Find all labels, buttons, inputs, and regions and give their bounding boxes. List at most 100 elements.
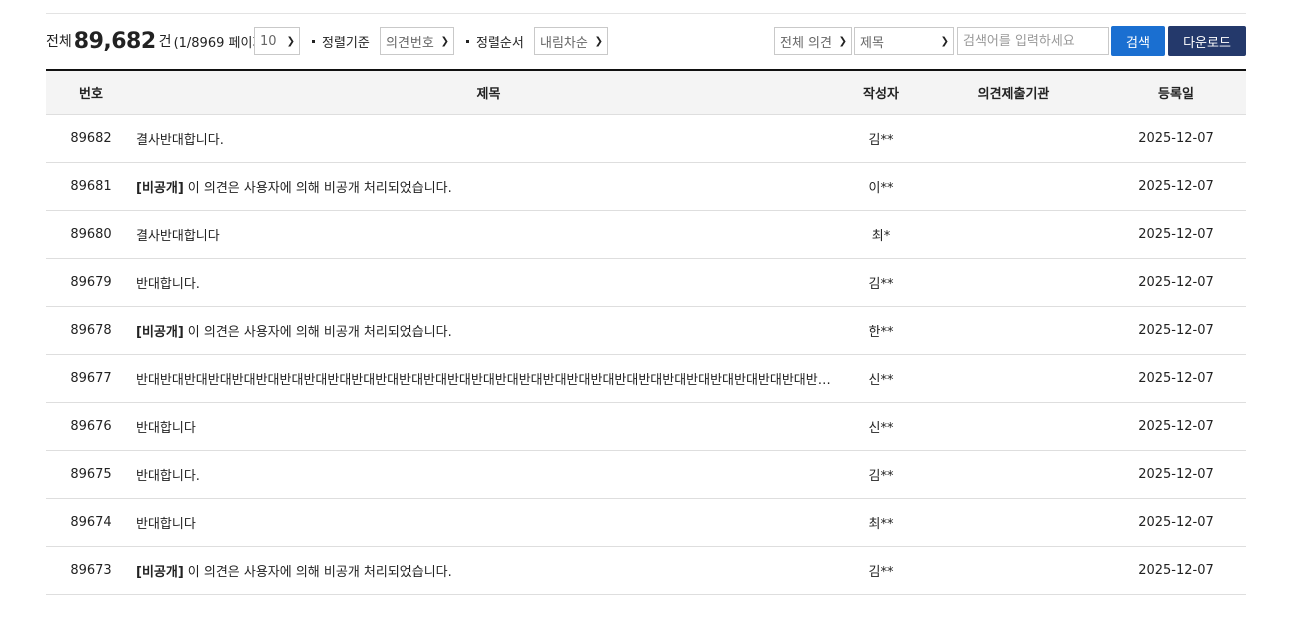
row-title-link[interactable]: 반대반대반대반대반대반대반대반대반대반대반대반대반대반대반대반대반대반대반대반대…: [136, 369, 841, 388]
row-title-cell[interactable]: 반대합니다: [136, 498, 841, 547]
table-row[interactable]: 89681 [비공개] 이 의견은 사용자에 의해 비공개 처리되었습니다. 이** 2…: [46, 162, 1246, 211]
row-number: 89677: [46, 354, 136, 403]
total-count: 89,682: [73, 28, 156, 54]
row-title-link[interactable]: 반대합니다.: [136, 465, 841, 484]
row-title-cell[interactable]: [비공개] 이 의견은 사용자에 의해 비공개 처리되었습니다.: [136, 306, 841, 355]
row-title-cell[interactable]: 반대반대반대반대반대반대반대반대반대반대반대반대반대반대반대반대반대반대반대반대…: [136, 354, 841, 403]
row-title-link[interactable]: 반대합니다: [136, 513, 841, 532]
opinion-filter-value: 전체 의견: [780, 35, 832, 51]
row-title-text: 결사반대합니다.: [136, 133, 224, 148]
chevron-down-icon: ❯: [838, 35, 847, 47]
sort-by-value: 의견번호: [386, 35, 434, 51]
top-divider: [46, 13, 1246, 14]
table-row[interactable]: 89673 [비공개] 이 의견은 사용자에 의해 비공개 처리되었습니다. 김** 2…: [46, 546, 1246, 595]
row-author: 한**: [841, 306, 921, 355]
row-title-cell[interactable]: 결사반대합니다.: [136, 114, 841, 163]
row-date: 2025-12-07: [1106, 546, 1246, 595]
sort-order-select[interactable]: 내림차순 ❯: [534, 27, 608, 55]
header-organization: 의견제출기관: [921, 70, 1106, 115]
sort-order-label: 정렬순서: [466, 26, 524, 56]
private-tag: [비공개]: [136, 565, 184, 580]
count-unit: 건: [158, 34, 172, 50]
row-title-link[interactable]: [비공개] 이 의견은 사용자에 의해 비공개 처리되었습니다.: [136, 177, 841, 196]
row-title-link[interactable]: [비공개] 이 의견은 사용자에 의해 비공개 처리되었습니다.: [136, 321, 841, 340]
search-field-value: 제목: [860, 35, 884, 51]
row-number: 89678: [46, 306, 136, 355]
row-title-cell[interactable]: [비공개] 이 의견은 사용자에 의해 비공개 처리되었습니다.: [136, 162, 841, 211]
row-date: 2025-12-07: [1106, 162, 1246, 211]
bullet-icon: [466, 39, 469, 43]
private-tag: [비공개]: [136, 325, 184, 340]
row-date: 2025-12-07: [1106, 210, 1246, 259]
download-button[interactable]: 다운로드: [1168, 26, 1246, 56]
sort-by-select[interactable]: 의견번호 ❯: [380, 27, 454, 55]
sort-order-value: 내림차순: [540, 35, 588, 51]
opinion-filter-select[interactable]: 전체 의견 ❯: [774, 27, 852, 55]
row-title-link[interactable]: 반대합니다: [136, 417, 841, 436]
private-tag: [비공개]: [136, 181, 184, 196]
row-title-cell[interactable]: 반대합니다.: [136, 450, 841, 499]
total-summary: 전체 89,682 건 (1/8969 페이지): [46, 26, 269, 56]
row-date: 2025-12-07: [1106, 498, 1246, 547]
row-organization: [921, 114, 1106, 163]
row-date: 2025-12-07: [1106, 114, 1246, 163]
row-organization: [921, 546, 1106, 595]
chevron-down-icon: ❯: [440, 35, 449, 47]
row-author: 김**: [841, 114, 921, 163]
row-title-text: 반대합니다.: [136, 277, 200, 292]
row-title-link[interactable]: 반대합니다.: [136, 273, 841, 292]
search-field-select[interactable]: 제목 ❯: [854, 27, 954, 55]
opinion-table: 번호 제목 작성자 의견제출기관 등록일 89682 결사반대합니다. 김** 202…: [46, 69, 1246, 595]
row-author: 신**: [841, 354, 921, 403]
row-title-cell[interactable]: [비공개] 이 의견은 사용자에 의해 비공개 처리되었습니다.: [136, 546, 841, 595]
row-title-text: 반대합니다: [136, 421, 196, 436]
table-row[interactable]: 89682 결사반대합니다. 김** 2025-12-07: [46, 114, 1246, 163]
header-author: 작성자: [841, 70, 921, 115]
row-title-text: 반대반대반대반대반대반대반대반대반대반대반대반대반대반대반대반대반대반대반대반대…: [136, 373, 841, 388]
sort-order-label-text: 정렬순서: [476, 35, 524, 51]
row-date: 2025-12-07: [1106, 450, 1246, 499]
table-row[interactable]: 89675 반대합니다. 김** 2025-12-07: [46, 450, 1246, 499]
header-title: 제목: [136, 70, 841, 115]
row-number: 89680: [46, 210, 136, 259]
row-author: 최**: [841, 498, 921, 547]
row-date: 2025-12-07: [1106, 354, 1246, 403]
table-row[interactable]: 89674 반대합니다 최** 2025-12-07: [46, 498, 1246, 547]
row-title-cell[interactable]: 반대합니다: [136, 402, 841, 451]
chevron-down-icon: ❯: [594, 35, 603, 47]
row-title-text: 이 의견은 사용자에 의해 비공개 처리되었습니다.: [187, 325, 452, 340]
search-input[interactable]: [957, 27, 1109, 55]
total-label: 전체: [46, 34, 72, 50]
row-date: 2025-12-07: [1106, 258, 1246, 307]
list-toolbar: 전체 89,682 건 (1/8969 페이지) 10 ❯ 정렬기준 의견번호 …: [46, 26, 1246, 56]
row-number: 89675: [46, 450, 136, 499]
row-organization: [921, 162, 1106, 211]
row-title-cell[interactable]: 반대합니다.: [136, 258, 841, 307]
row-organization: [921, 354, 1106, 403]
per-page-value: 10: [260, 33, 277, 49]
row-number: 89676: [46, 402, 136, 451]
table-row[interactable]: 89678 [비공개] 이 의견은 사용자에 의해 비공개 처리되었습니다. 한** 2…: [46, 306, 1246, 355]
row-title-link[interactable]: 결사반대합니다.: [136, 129, 841, 148]
table-row[interactable]: 89677 반대반대반대반대반대반대반대반대반대반대반대반대반대반대반대반대반대반…: [46, 354, 1246, 403]
table-row[interactable]: 89679 반대합니다. 김** 2025-12-07: [46, 258, 1246, 307]
row-author: 김**: [841, 258, 921, 307]
table-header-row: 번호 제목 작성자 의견제출기관 등록일: [46, 70, 1246, 115]
chevron-down-icon: ❯: [940, 35, 949, 47]
per-page-select[interactable]: 10 ❯: [254, 27, 300, 55]
row-title-link[interactable]: [비공개] 이 의견은 사용자에 의해 비공개 처리되었습니다.: [136, 561, 841, 580]
row-number: 89682: [46, 114, 136, 163]
row-number: 89681: [46, 162, 136, 211]
row-title-link[interactable]: 결사반대합니다: [136, 225, 841, 244]
sort-by-label-text: 정렬기준: [322, 35, 370, 51]
row-title-text: 반대합니다.: [136, 469, 200, 484]
table-row[interactable]: 89676 반대합니다 신** 2025-12-07: [46, 402, 1246, 451]
row-organization: [921, 210, 1106, 259]
search-button[interactable]: 검색: [1111, 26, 1165, 56]
row-number: 89674: [46, 498, 136, 547]
row-organization: [921, 402, 1106, 451]
row-author: 이**: [841, 162, 921, 211]
sort-by-label: 정렬기준: [312, 26, 370, 56]
row-title-cell[interactable]: 결사반대합니다: [136, 210, 841, 259]
table-row[interactable]: 89680 결사반대합니다 최* 2025-12-07: [46, 210, 1246, 259]
